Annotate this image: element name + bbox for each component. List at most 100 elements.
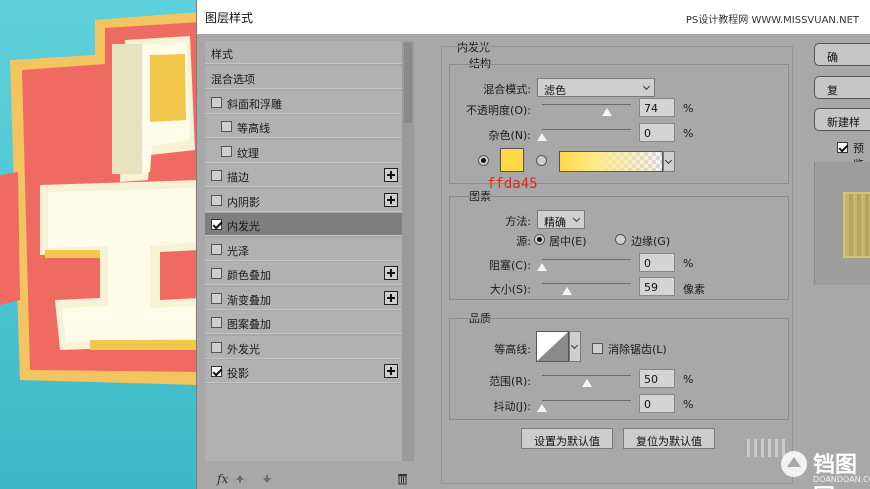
- method-select[interactable]: 精确: [537, 210, 585, 229]
- ok-button[interactable]: 确: [814, 43, 870, 66]
- list-item-label: 混合选项: [211, 73, 255, 86]
- gradient-overlay-checkbox[interactable]: [211, 293, 222, 304]
- style-item-satin[interactable]: 光泽: [205, 238, 402, 261]
- noise-slider-track[interactable]: [542, 129, 631, 130]
- gradient-radio[interactable]: [536, 155, 547, 166]
- opacity-slider-track[interactable]: [542, 104, 631, 105]
- brand-url: DOANDOAN.COM: [813, 475, 870, 484]
- noise-slider-thumb[interactable]: [537, 133, 547, 141]
- style-item-texture[interactable]: 纹理: [205, 140, 402, 163]
- list-item-label: 渐变叠加: [227, 294, 271, 307]
- list-item-label: 纹理: [237, 147, 259, 160]
- antialias-checkbox[interactable]: [592, 343, 603, 354]
- add-gradient-overlay-plus-icon[interactable]: [384, 291, 398, 305]
- satin-checkbox[interactable]: [211, 244, 222, 255]
- drop-shadow-checkbox[interactable]: [211, 366, 222, 377]
- choke-label: 阻塞(C):: [489, 259, 531, 272]
- style-item-stroke[interactable]: 描边: [205, 164, 402, 187]
- style-list-blending-options[interactable]: 混合选项: [205, 66, 402, 89]
- add-stroke-plus-icon[interactable]: [384, 168, 398, 182]
- glow-color-swatch[interactable]: [500, 148, 524, 172]
- outer-glow-checkbox[interactable]: [211, 342, 222, 353]
- texture-checkbox[interactable]: [221, 146, 232, 157]
- method-label: 方法:: [505, 215, 531, 228]
- source-label: 源:: [516, 235, 531, 248]
- solid-color-radio[interactable]: [478, 155, 489, 166]
- jitter-unit: %: [683, 398, 694, 411]
- style-list-scrollbar[interactable]: [402, 41, 414, 461]
- style-item-pattern-overlay[interactable]: 图案叠加: [205, 311, 402, 334]
- choke-slider-track[interactable]: [542, 259, 631, 260]
- noise-label: 杂色(N):: [488, 129, 531, 142]
- contour-preview-icon[interactable]: [536, 331, 569, 362]
- contour-checkbox[interactable]: [221, 121, 232, 132]
- inner-glow-checkbox[interactable]: [211, 219, 222, 230]
- add-color-overlay-plus-icon[interactable]: [384, 266, 398, 280]
- inner-shadow-checkbox[interactable]: [211, 195, 222, 206]
- style-item-gradient-overlay[interactable]: 渐变叠加: [205, 287, 402, 310]
- list-item-label: 等高线: [237, 122, 270, 135]
- list-item-label: 颜色叠加: [227, 269, 271, 282]
- style-item-color-overlay[interactable]: 颜色叠加: [205, 262, 402, 285]
- noise-input[interactable]: 0: [639, 123, 675, 142]
- source-center-radio[interactable]: [534, 234, 545, 245]
- blend-mode-value: 滤色: [544, 84, 566, 97]
- range-slider-track[interactable]: [542, 375, 631, 376]
- pattern-overlay-checkbox[interactable]: [211, 317, 222, 328]
- move-up-arrow-icon[interactable]: [235, 474, 245, 484]
- contour-picker-dropdown[interactable]: [569, 331, 581, 362]
- blend-mode-select[interactable]: 滤色: [537, 78, 655, 97]
- style-item-contour[interactable]: 等高线: [205, 115, 402, 138]
- style-item-inner-glow[interactable]: 内发光: [205, 213, 402, 236]
- list-item-label: 外发光: [227, 343, 260, 356]
- opacity-label: 不透明度(O):: [466, 104, 531, 117]
- opacity-unit: %: [683, 102, 694, 115]
- choke-input[interactable]: 0: [639, 253, 675, 272]
- style-item-drop-shadow[interactable]: 投影: [205, 360, 402, 383]
- choke-slider-thumb[interactable]: [537, 263, 547, 271]
- scrollbar-thumb[interactable]: [404, 43, 412, 123]
- brand-logo-icon: [781, 451, 807, 477]
- bevel-emboss-checkbox[interactable]: [211, 97, 222, 108]
- list-item-label: 投影: [227, 367, 249, 380]
- list-item-label: 样式: [211, 48, 233, 61]
- gradient-preview[interactable]: [559, 151, 663, 172]
- preview-thumbnail: [843, 192, 870, 258]
- style-item-bevel-emboss[interactable]: 斜面和浮雕: [205, 91, 402, 114]
- style-item-outer-glow[interactable]: 外发光: [205, 336, 402, 359]
- opacity-slider-thumb[interactable]: [602, 108, 612, 116]
- range-slider-thumb[interactable]: [582, 379, 592, 387]
- trash-icon[interactable]: [397, 473, 408, 485]
- opacity-input[interactable]: 74: [639, 98, 675, 117]
- dialog-titlebar[interactable]: 图层样式 PS设计教程网 WWW.MISSVUAN.NET: [197, 0, 870, 34]
- make-default-button[interactable]: 设置为默认值: [521, 428, 613, 449]
- source-edge-radio[interactable]: [615, 234, 626, 245]
- jitter-slider-track[interactable]: [542, 400, 631, 401]
- stroke-checkbox[interactable]: [211, 170, 222, 181]
- reset-to-default-button[interactable]: 复位为默认值: [623, 428, 715, 449]
- list-item-label: 内阴影: [227, 196, 260, 209]
- range-unit: %: [683, 373, 694, 386]
- chevron-down-icon: [642, 82, 651, 91]
- range-input[interactable]: 50: [639, 369, 675, 388]
- gradient-picker-dropdown[interactable]: [663, 151, 675, 172]
- new-style-button[interactable]: 新建样: [814, 108, 870, 131]
- list-item-label: 斜面和浮雕: [227, 98, 282, 111]
- preview-checkbox[interactable]: [837, 142, 848, 153]
- reset-button[interactable]: 复: [814, 76, 870, 99]
- size-slider-thumb[interactable]: [562, 287, 572, 295]
- jitter-input[interactable]: 0: [639, 394, 675, 413]
- style-item-inner-shadow[interactable]: 内阴影: [205, 189, 402, 212]
- style-list-header-styles[interactable]: 样式: [205, 41, 402, 64]
- color-hex-annotation: ffda45: [487, 176, 538, 192]
- size-input[interactable]: 59: [639, 277, 675, 296]
- chevron-down-icon: [572, 214, 581, 223]
- color-overlay-checkbox[interactable]: [211, 268, 222, 279]
- fx-icon[interactable]: fx: [217, 472, 228, 486]
- move-down-arrow-icon[interactable]: [262, 474, 272, 484]
- jitter-slider-thumb[interactable]: [537, 404, 547, 412]
- size-slider-track[interactable]: [542, 283, 631, 284]
- add-inner-shadow-plus-icon[interactable]: [384, 193, 398, 207]
- add-drop-shadow-plus-icon[interactable]: [384, 364, 398, 378]
- noise-unit: %: [683, 127, 694, 140]
